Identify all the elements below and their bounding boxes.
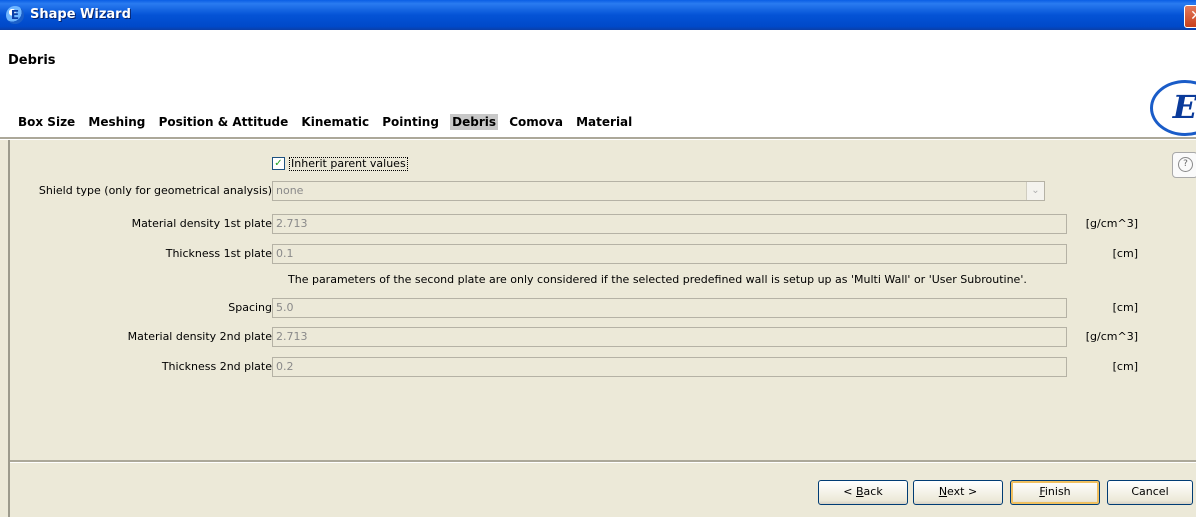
density1-unit: [g/cm^3] xyxy=(1085,217,1138,230)
inherit-label[interactable]: Inherit parent values xyxy=(289,157,408,171)
chevron-down-icon[interactable]: ⌄ xyxy=(1026,182,1044,200)
title-bar[interactable]: E Shape Wizard ✕ xyxy=(0,0,1196,30)
tab-pointing[interactable]: Pointing xyxy=(380,114,441,130)
shield-type-label: Shield type (only for geometrical analys… xyxy=(38,184,272,197)
tab-position-attitude[interactable]: Position & Attitude xyxy=(157,114,291,130)
tab-comova[interactable]: Comova xyxy=(507,114,565,130)
shape-wizard-window: E Shape Wizard ✕ Debris E Box Size Meshi… xyxy=(0,0,1196,517)
spacing-row: Spacing 5.0 [cm] xyxy=(10,298,1196,318)
thickness1-label: Thickness 1st plate xyxy=(165,247,272,260)
next-button-label-post: ext > xyxy=(947,485,978,498)
spacing-label: Spacing xyxy=(228,301,272,314)
finish-button[interactable]: Finish xyxy=(1010,480,1100,505)
tab-meshing[interactable]: Meshing xyxy=(86,114,147,130)
density1-row: Material density 1st plate 2.713 [g/cm^3… xyxy=(10,214,1196,234)
thickness2-field[interactable]: 0.2 xyxy=(272,357,1067,377)
spacing-field[interactable]: 5.0 xyxy=(272,298,1067,318)
thickness1-row: Thickness 1st plate 0.1 [cm] xyxy=(10,244,1196,264)
shield-type-row: Shield type (only for geometrical analys… xyxy=(10,181,1196,201)
next-button-mnemonic: N xyxy=(938,485,948,498)
thickness1-field[interactable]: 0.1 xyxy=(272,244,1067,264)
finish-button-label-post: inish xyxy=(1044,485,1071,498)
back-button-label-post: ack xyxy=(863,485,883,498)
tab-debris[interactable]: Debris xyxy=(450,114,499,130)
window-title: Shape Wizard xyxy=(30,7,131,22)
page-title: Debris xyxy=(8,53,56,68)
thickness2-label: Thickness 2nd plate xyxy=(161,360,272,373)
app-icon: E xyxy=(6,6,24,24)
thickness2-unit: [cm] xyxy=(1112,360,1138,373)
wizard-step-tabs: Box Size Meshing Position & Attitude Kin… xyxy=(16,114,639,132)
thickness1-unit: [cm] xyxy=(1112,247,1138,260)
tab-material[interactable]: Material xyxy=(574,114,634,130)
density2-row: Material density 2nd plate 2.713 [g/cm^3… xyxy=(10,327,1196,347)
next-button[interactable]: Next > xyxy=(913,480,1003,505)
tab-kinematic[interactable]: Kinematic xyxy=(299,114,371,130)
density1-label: Material density 1st plate xyxy=(131,217,272,230)
tab-box-size[interactable]: Box Size xyxy=(16,114,77,130)
second-plate-note: The parameters of the second plate are o… xyxy=(288,273,1027,286)
thickness2-row: Thickness 2nd plate 0.2 [cm] xyxy=(10,357,1196,377)
spacing-unit: [cm] xyxy=(1112,301,1138,314)
debris-form: ✓ Inherit parent values ? Shield type (o… xyxy=(10,140,1196,460)
density2-unit: [g/cm^3] xyxy=(1085,330,1138,343)
help-button[interactable]: ? xyxy=(1172,152,1196,178)
cancel-button[interactable]: Cancel xyxy=(1107,480,1193,505)
density2-label: Material density 2nd plate xyxy=(127,330,272,343)
help-icon: ? xyxy=(1178,157,1193,172)
density2-field[interactable]: 2.713 xyxy=(272,327,1067,347)
inherit-checkbox[interactable]: ✓ xyxy=(272,157,285,170)
density1-field[interactable]: 2.713 xyxy=(272,214,1067,234)
shield-type-select[interactable]: none ⌄ xyxy=(272,181,1045,201)
back-button-mnemonic: B xyxy=(856,485,864,498)
shield-type-value: none xyxy=(276,184,304,197)
close-icon[interactable]: ✕ xyxy=(1184,5,1196,28)
back-button-label-pre: < xyxy=(843,485,856,498)
back-button[interactable]: < Back xyxy=(818,480,908,505)
